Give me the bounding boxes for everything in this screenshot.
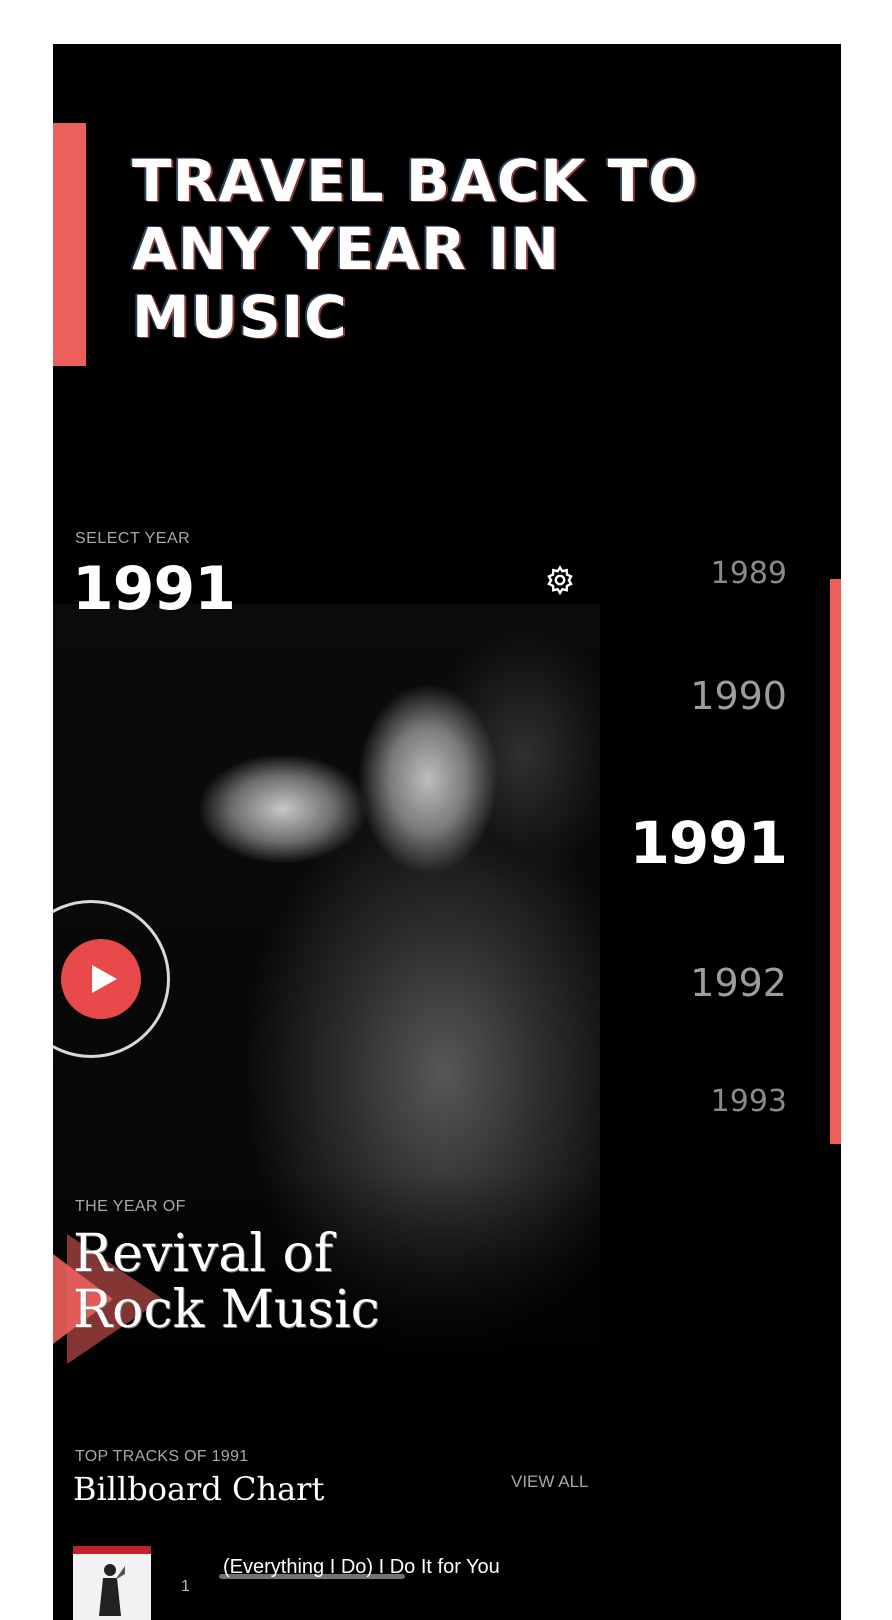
gear-icon (547, 565, 573, 596)
year-option-1990[interactable]: 1990 (690, 674, 787, 718)
play-control (53, 900, 178, 1060)
year-theme-line-2: Rock Music (73, 1280, 380, 1340)
year-option-1992[interactable]: 1992 (690, 961, 787, 1005)
play-icon (92, 965, 117, 993)
year-of-label: THE YEAR OF (75, 1198, 186, 1215)
track-rank: 1 (181, 1578, 190, 1595)
chart-title: Billboard Chart (73, 1470, 325, 1508)
home-indicator[interactable] (219, 1574, 405, 1579)
view-all-link[interactable]: VIEW ALL (511, 1472, 588, 1492)
play-button[interactable] (61, 939, 141, 1019)
year-option-1989[interactable]: 1989 (711, 556, 787, 591)
year-scale[interactable]: 1989 1990 1991 1992 1993 (593, 524, 841, 1144)
headline-accent-bar (53, 123, 86, 366)
year-theme: Revival of Rock Music (73, 1226, 380, 1338)
app-screen: TRAVEL BACK TO ANY YEAR IN MUSIC SELECT … (53, 44, 841, 1620)
select-year-label: SELECT YEAR (75, 530, 191, 547)
year-theme-line-1: Revival of (73, 1224, 334, 1284)
year-option-1991-selected[interactable]: 1991 (630, 809, 788, 877)
top-tracks-label: TOP TRACKS OF 1991 (75, 1448, 249, 1465)
year-scale-track[interactable] (830, 579, 841, 1144)
track-row[interactable]: 1 (Everything I Do) I Do It for You (53, 1546, 841, 1620)
settings-button[interactable] (544, 564, 576, 596)
page-title: TRAVEL BACK TO ANY YEAR IN MUSIC (132, 147, 699, 351)
album-art-figure (99, 1564, 125, 1616)
year-option-1993[interactable]: 1993 (711, 1084, 787, 1119)
selected-year: 1991 (72, 554, 236, 624)
album-art (73, 1546, 151, 1620)
